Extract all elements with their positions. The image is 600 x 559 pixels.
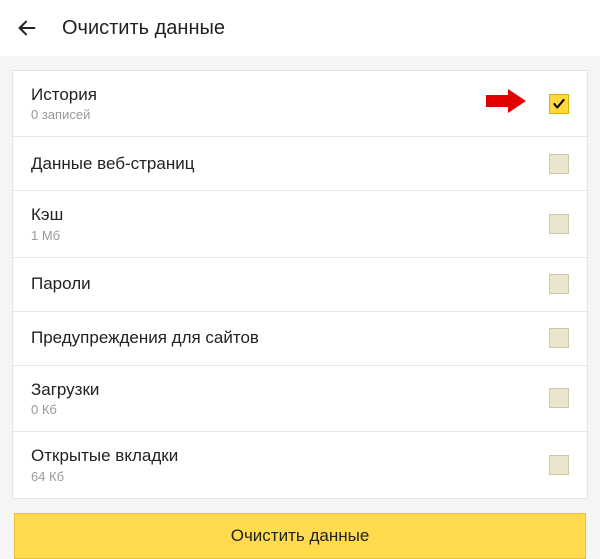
row-open-tabs[interactable]: Открытые вкладки 64 Кб [13,432,587,497]
row-title: Данные веб-страниц [31,154,549,174]
checkbox-downloads[interactable] [549,388,569,408]
row-history[interactable]: История 0 записей [13,71,587,137]
checkbox-webpage-data[interactable] [549,154,569,174]
row-title: Открытые вкладки [31,446,549,466]
row-title: Кэш [31,205,549,225]
checkbox-cache[interactable] [549,214,569,234]
row-subtitle: 64 Кб [31,469,549,484]
row-title: История [31,85,549,105]
page-title: Очистить данные [62,17,225,40]
back-icon[interactable] [16,17,38,39]
checkbox-site-warnings[interactable] [549,328,569,348]
checkbox-passwords[interactable] [549,274,569,294]
header: Очистить данные [0,0,600,56]
clear-data-list: История 0 записей Данные веб-страниц Кэш… [12,70,588,499]
row-passwords[interactable]: Пароли [13,258,587,312]
row-site-warnings[interactable]: Предупреждения для сайтов [13,312,587,366]
row-subtitle: 0 Кб [31,402,549,417]
checkbox-history[interactable] [549,94,569,114]
row-cache[interactable]: Кэш 1 Мб [13,191,587,257]
row-subtitle: 1 Мб [31,228,549,243]
row-webpage-data[interactable]: Данные веб-страниц [13,137,587,191]
row-subtitle: 0 записей [31,107,549,122]
row-title: Загрузки [31,380,549,400]
row-title: Пароли [31,274,549,294]
row-title: Предупреждения для сайтов [31,328,549,348]
checkbox-open-tabs[interactable] [549,455,569,475]
clear-data-button[interactable]: Очистить данные [14,513,586,559]
row-downloads[interactable]: Загрузки 0 Кб [13,366,587,432]
